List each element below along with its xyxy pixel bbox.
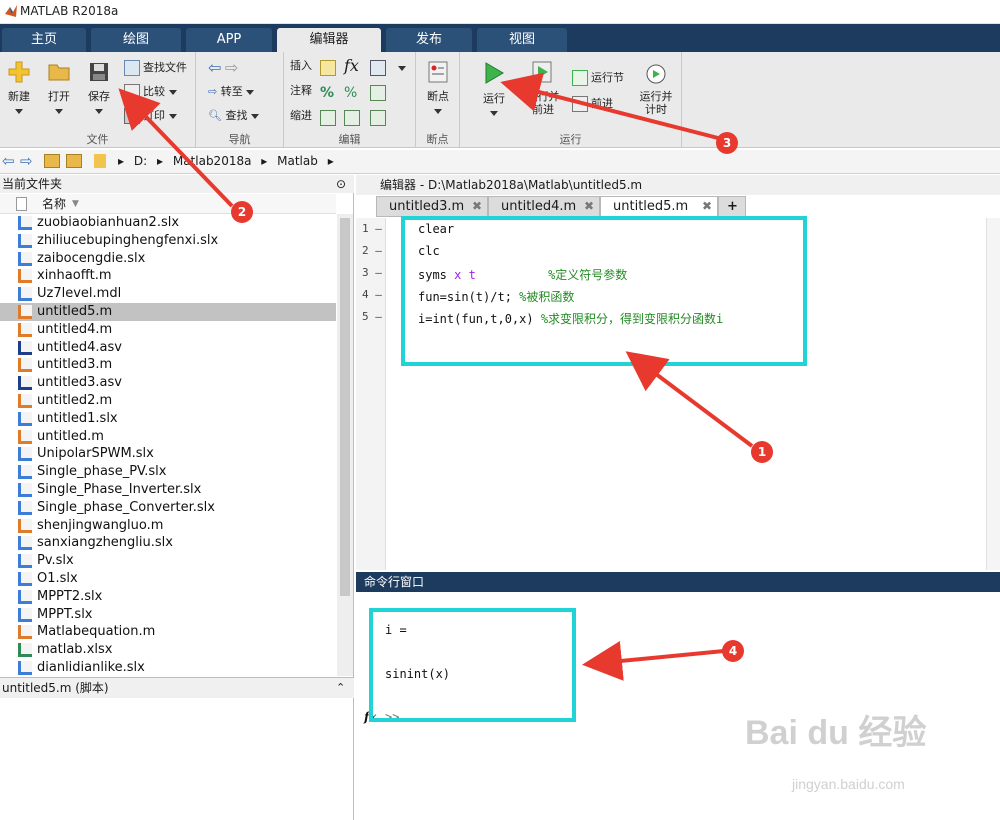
arrow-1 xyxy=(625,351,754,448)
annotation-arrows xyxy=(118,72,754,681)
arrow-3 xyxy=(500,72,719,140)
arrow-2 xyxy=(118,88,234,208)
baidu-watermark: Bai du 经验 xyxy=(745,714,927,752)
annotation-badge-3: 3 xyxy=(716,132,738,154)
annotation-badge-4: 4 xyxy=(722,640,744,662)
annotation-badge-2: 2 xyxy=(231,201,253,223)
baidu-watermark-url: jingyan.baidu.com xyxy=(792,776,905,792)
arrow-4 xyxy=(582,641,725,681)
annotation-badge-1: 1 xyxy=(751,441,773,463)
